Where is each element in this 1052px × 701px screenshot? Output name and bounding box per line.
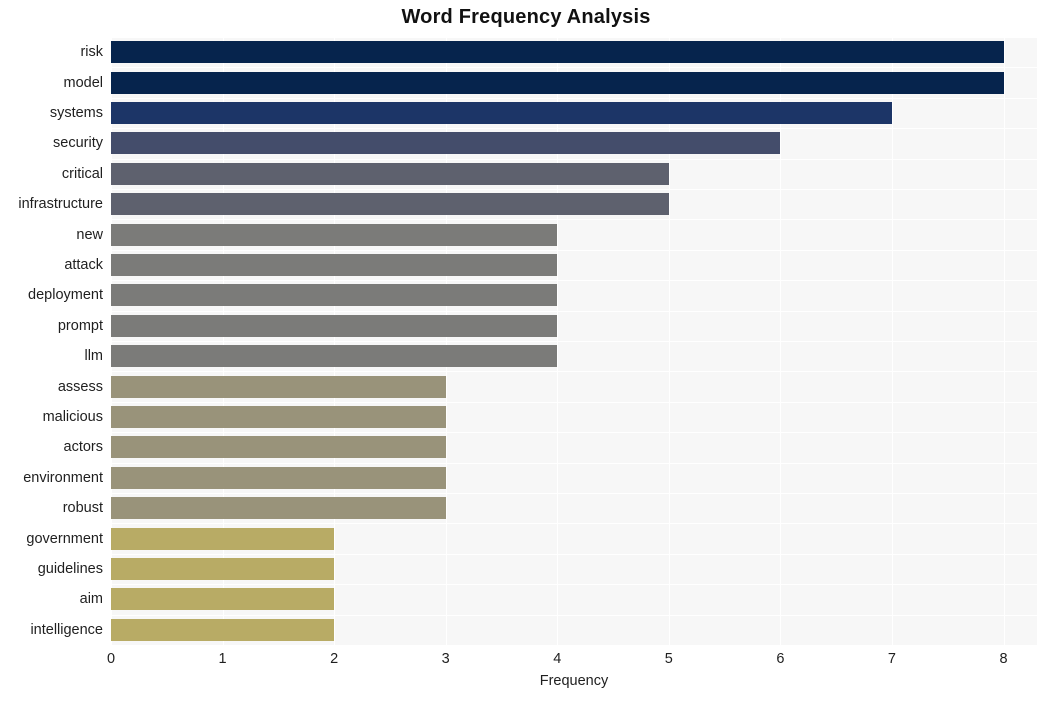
y-axis-tick-label: robust (62, 500, 103, 517)
y-axis-tick-label: infrastructure (18, 196, 103, 213)
x-axis-tick-label: 3 (441, 651, 450, 667)
y-axis-tick-label: critical (61, 165, 103, 182)
y-axis-tick-label: attack (64, 257, 103, 273)
y-axis-tick-label: security (53, 135, 103, 152)
x-axis-tick-label: 4 (553, 651, 562, 667)
x-axis-tick-label: 1 (218, 651, 227, 667)
y-axis-tick-label: llm (84, 348, 103, 365)
y-axis-tick-label: new (76, 226, 103, 243)
x-axis-tick-label: 2 (330, 651, 339, 667)
y-axis-tick-label: deployment (28, 287, 103, 304)
y-axis-tick-label: intelligence (30, 621, 103, 638)
chart-figure: Word Frequency Analysis risk model systems… (0, 0, 1052, 701)
y-axis-tick-label: model (63, 74, 104, 91)
y-axis-tick-label: aim (79, 591, 103, 608)
y-axis-tick-label: systems (49, 105, 103, 121)
x-axis-tick-label: 8 (999, 651, 1008, 667)
x-axis-tick-label: 7 (887, 651, 896, 667)
x-axis-title: Frequency (539, 673, 609, 689)
y-axis-tick-label: assess (57, 378, 103, 395)
y-axis-tick-label: environment (23, 469, 103, 486)
chart-title: Word Frequency Analysis (401, 6, 651, 28)
x-axis-tick-label: 6 (776, 651, 785, 667)
y-axis-tick-label: risk (80, 44, 103, 61)
y-axis-tick-label: guidelines (37, 561, 103, 577)
y-axis-labels: risk model systems security critical infrastr… (0, 37, 1052, 645)
x-axis-tick-label: 5 (664, 651, 673, 667)
x-axis-tick-label: 0 (106, 651, 116, 667)
y-axis-tick-label: malicious (42, 409, 103, 425)
y-axis-tick-label: prompt (57, 317, 103, 334)
y-axis-tick-label: actors (63, 439, 104, 456)
x-axis-ticks: 0 1 2 3 4 5 6 7 8 (0, 645, 1052, 675)
y-axis-tick-label: government (26, 530, 103, 547)
